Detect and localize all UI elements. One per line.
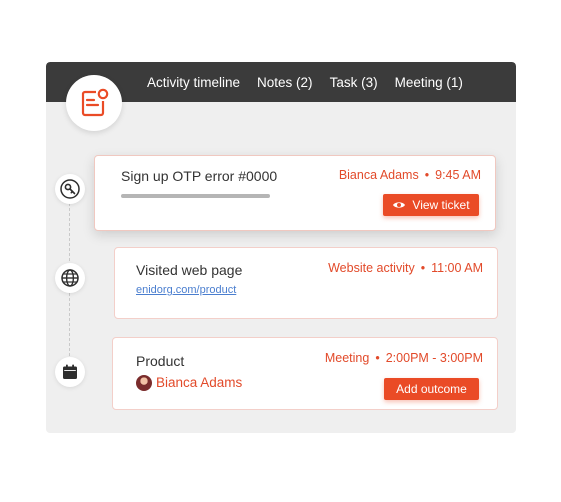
add-outcome-button[interactable]: Add outcome bbox=[384, 378, 479, 400]
view-ticket-label: View ticket bbox=[412, 198, 470, 212]
eye-icon bbox=[393, 202, 406, 208]
timeline-node bbox=[55, 263, 85, 293]
calendar-icon bbox=[63, 364, 77, 379]
separator-dot: • bbox=[375, 351, 380, 365]
activity-time: 2:00PM - 3:00PM bbox=[385, 351, 483, 365]
activity-title: Sign up OTP error #0000 bbox=[121, 168, 278, 184]
page-url-link[interactable]: enidorg.com/product bbox=[136, 284, 236, 296]
globe-icon bbox=[61, 269, 79, 287]
timeline-node bbox=[55, 357, 85, 387]
tab-task[interactable]: Task (3) bbox=[330, 75, 378, 90]
activity-type: Meeting bbox=[324, 351, 370, 365]
timeline-card-web-visit[interactable]: Visited web page enidorg.com/product Web… bbox=[114, 247, 498, 319]
avatar bbox=[136, 375, 152, 391]
activity-actor: Bianca Adams bbox=[338, 168, 419, 182]
tab-meeting[interactable]: Meeting (1) bbox=[395, 75, 463, 90]
tab-notes[interactable]: Notes (2) bbox=[257, 75, 313, 90]
timeline-card-ticket[interactable]: Sign up OTP error #0000 Bianca Adams • 9:4… bbox=[94, 155, 496, 231]
timeline-card-meeting[interactable]: Product Bianca Adams Meeting • 2:00PM - 3:… bbox=[112, 337, 498, 410]
activity-meta: Bianca Adams • 9:45 AM bbox=[339, 168, 481, 182]
activity-time: 11:00 AM bbox=[431, 261, 483, 275]
app-logo bbox=[66, 75, 122, 131]
attendee-name[interactable]: Bianca Adams bbox=[156, 375, 242, 390]
separator-dot: • bbox=[424, 168, 430, 182]
activity-title: Visited web page bbox=[136, 262, 243, 278]
tabs: Activity timeline Notes (2) Task (3) Mee… bbox=[147, 62, 480, 102]
note-alert-icon bbox=[81, 88, 109, 117]
key-icon bbox=[60, 179, 80, 199]
timeline-node bbox=[55, 174, 85, 204]
activity-panel: Activity timeline Notes (2) Task (3) Mee… bbox=[46, 62, 516, 433]
activity-source: Website activity bbox=[328, 261, 415, 275]
tab-activity-timeline[interactable]: Activity timeline bbox=[147, 75, 240, 90]
add-outcome-label: Add outcome bbox=[396, 382, 467, 396]
activity-meta: Website activity • 11:00 AM bbox=[328, 261, 483, 275]
activity-title: Product bbox=[136, 353, 185, 369]
activity-meta: Meeting • 2:00PM - 3:00PM bbox=[325, 351, 483, 365]
separator-dot: • bbox=[420, 261, 426, 275]
progress-bar bbox=[121, 194, 270, 198]
activity-time: 9:45 AM bbox=[435, 168, 481, 182]
view-ticket-button[interactable]: View ticket bbox=[383, 194, 479, 216]
